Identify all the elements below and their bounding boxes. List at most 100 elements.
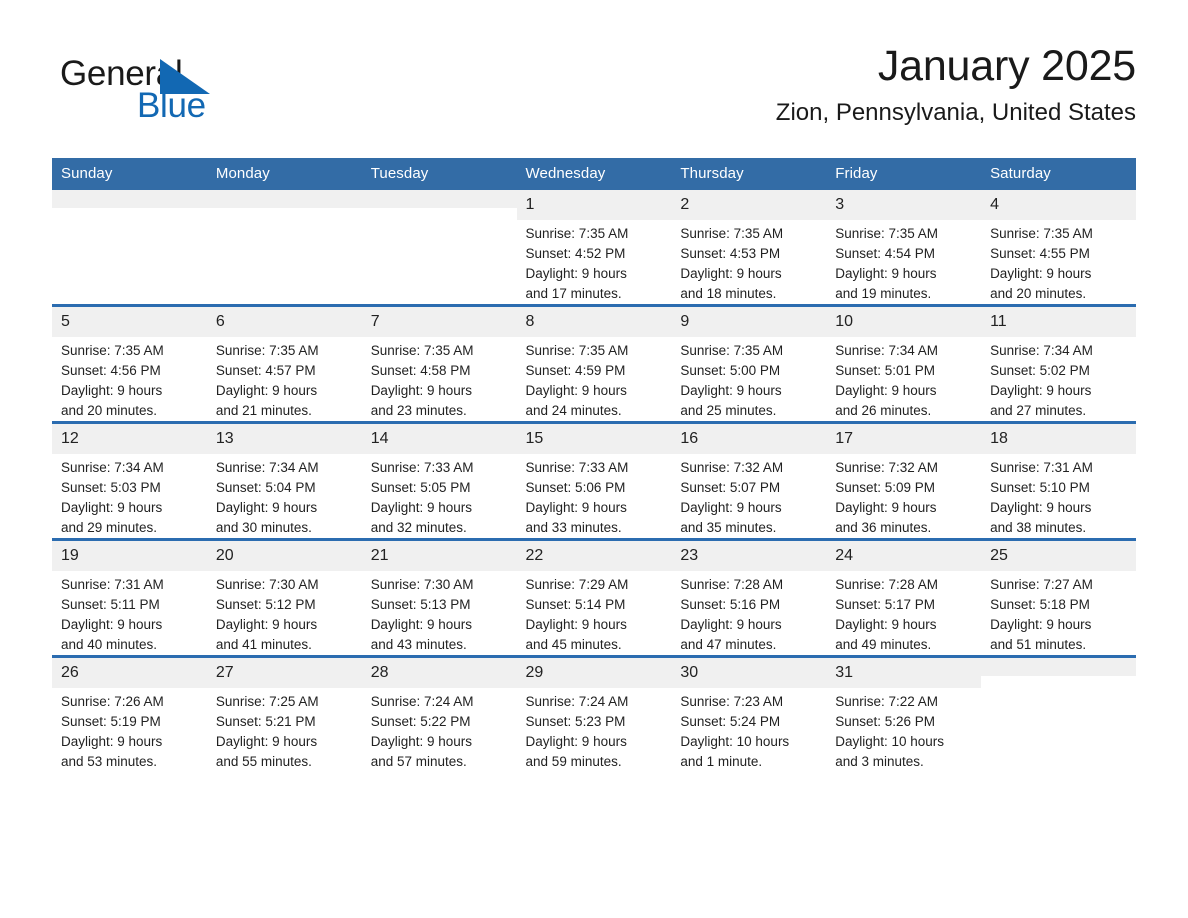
calendar-day-cell[interactable]: 10 Sunrise: 7:34 AM Sunset: 5:01 PM Dayligh… — [826, 304, 982, 423]
daylight-text-line2: and 26 minutes. — [835, 403, 932, 418]
weekday-header-thursday: Thursday — [671, 158, 827, 190]
daylight-text-line1: Daylight: 9 hours — [680, 266, 782, 281]
day-cell-inner: 17 Sunrise: 7:32 AM Sunset: 5:09 PM Dayligh… — [826, 424, 982, 538]
calendar-day-cell[interactable]: 25 Sunrise: 7:27 AM Sunset: 5:18 PM Dayligh… — [981, 538, 1136, 657]
day-details: Sunrise: 7:32 AM Sunset: 5:09 PM Daylight:… — [826, 454, 981, 538]
sunrise-text: Sunrise: 7:28 AM — [680, 577, 784, 592]
day-cell-inner — [52, 190, 207, 304]
calendar-day-cell[interactable]: 8 Sunrise: 7:35 AM Sunset: 4:59 PM Daylight… — [516, 304, 672, 423]
general-blue-logo[interactable]: General Blue — [60, 54, 260, 132]
day-cell-inner: 14 Sunrise: 7:33 AM Sunset: 5:05 PM Dayligh… — [361, 424, 517, 538]
location-subtitle: Zion, Pennsylvania, United States — [775, 99, 1136, 126]
day-details: Sunrise: 7:35 AM Sunset: 4:57 PM Daylight:… — [207, 337, 362, 421]
calendar-day-cell[interactable]: 2 Sunrise: 7:35 AM Sunset: 4:53 PM Daylight… — [671, 190, 827, 306]
calendar-day-cell[interactable]: 24 Sunrise: 7:28 AM Sunset: 5:17 PM Dayligh… — [826, 538, 982, 657]
calendar-day-cell[interactable]: 15 Sunrise: 7:33 AM Sunset: 5:06 PM Dayligh… — [516, 421, 672, 540]
day-number: 8 — [516, 307, 672, 337]
calendar-day-cell — [206, 190, 362, 306]
calendar-day-cell[interactable]: 1 Sunrise: 7:35 AM Sunset: 4:52 PM Daylight… — [516, 190, 672, 306]
day-cell-inner: 5 Sunrise: 7:35 AM Sunset: 4:56 PM Daylight… — [52, 307, 207, 421]
calendar-day-cell[interactable]: 26 Sunrise: 7:26 AM Sunset: 5:19 PM Dayligh… — [52, 655, 207, 772]
daylight-text-line2: and 27 minutes. — [990, 403, 1087, 418]
calendar-day-cell[interactable]: 11 Sunrise: 7:34 AM Sunset: 5:02 PM Dayligh… — [981, 304, 1136, 423]
calendar-table: Sunday Monday Tuesday Wednesday Thursday… — [52, 158, 1136, 772]
calendar-day-cell[interactable]: 4 Sunrise: 7:35 AM Sunset: 4:55 PM Daylight… — [981, 190, 1136, 306]
calendar-day-cell[interactable]: 9 Sunrise: 7:35 AM Sunset: 5:00 PM Daylight… — [671, 304, 827, 423]
calendar-day-cell[interactable]: 27 Sunrise: 7:25 AM Sunset: 5:21 PM Dayligh… — [206, 655, 362, 772]
day-details: Sunrise: 7:35 AM Sunset: 5:00 PM Daylight:… — [671, 337, 826, 421]
calendar-day-cell[interactable]: 17 Sunrise: 7:32 AM Sunset: 5:09 PM Dayligh… — [826, 421, 982, 540]
day-number: 19 — [52, 541, 207, 571]
calendar-week-row: 19 Sunrise: 7:31 AM Sunset: 5:11 PM Dayligh… — [52, 538, 1136, 657]
sunset-text: Sunset: 5:11 PM — [61, 597, 160, 612]
calendar-day-cell[interactable]: 23 Sunrise: 7:28 AM Sunset: 5:16 PM Dayligh… — [671, 538, 827, 657]
daylight-text-line2: and 35 minutes. — [680, 520, 777, 535]
sunrise-text: Sunrise: 7:34 AM — [835, 343, 939, 358]
calendar-day-cell[interactable]: 7 Sunrise: 7:35 AM Sunset: 4:58 PM Daylight… — [361, 304, 517, 423]
sunrise-text: Sunrise: 7:35 AM — [215, 343, 319, 358]
day-details: Sunrise: 7:34 AM Sunset: 5:04 PM Daylight:… — [207, 454, 362, 538]
sunset-text: Sunset: 4:52 PM — [525, 246, 626, 261]
day-details: Sunrise: 7:35 AM Sunset: 4:54 PM Daylight:… — [826, 220, 981, 304]
calendar-day-cell[interactable]: 31 Sunrise: 7:22 AM Sunset: 5:26 PM Dayligh… — [826, 655, 982, 772]
sunset-text: Sunset: 4:56 PM — [61, 363, 161, 378]
sunrise-text: Sunrise: 7:34 AM — [990, 343, 1093, 358]
calendar-day-cell[interactable]: 13 Sunrise: 7:34 AM Sunset: 5:04 PM Dayligh… — [206, 421, 362, 540]
sunrise-text: Sunrise: 7:33 AM — [525, 460, 629, 475]
calendar-day-cell[interactable]: 14 Sunrise: 7:33 AM Sunset: 5:05 PM Dayligh… — [361, 421, 517, 540]
calendar-day-cell[interactable]: 19 Sunrise: 7:31 AM Sunset: 5:11 PM Dayligh… — [52, 538, 207, 657]
sunrise-text: Sunrise: 7:35 AM — [61, 343, 164, 358]
day-details: Sunrise: 7:29 AM Sunset: 5:14 PM Daylight:… — [517, 571, 672, 655]
calendar-day-cell[interactable]: 20 Sunrise: 7:30 AM Sunset: 5:12 PM Dayligh… — [206, 538, 362, 657]
calendar-day-cell[interactable]: 22 Sunrise: 7:29 AM Sunset: 5:14 PM Dayligh… — [516, 538, 672, 657]
daylight-text-line2: and 1 minute. — [680, 754, 763, 769]
daylight-text-line1: Daylight: 9 hours — [990, 266, 1092, 281]
sunrise-text: Sunrise: 7:30 AM — [370, 577, 474, 592]
calendar-day-cell[interactable]: 12 Sunrise: 7:34 AM Sunset: 5:03 PM Dayligh… — [52, 421, 207, 540]
calendar-day-cell[interactable]: 18 Sunrise: 7:31 AM Sunset: 5:10 PM Dayligh… — [981, 421, 1136, 540]
calendar-day-cell[interactable]: 5 Sunrise: 7:35 AM Sunset: 4:56 PM Daylight… — [52, 304, 207, 423]
day-details: Sunrise: 7:33 AM Sunset: 5:05 PM Daylight:… — [362, 454, 517, 538]
calendar-day-cell[interactable]: 30 Sunrise: 7:23 AM Sunset: 5:24 PM Dayligh… — [671, 655, 827, 772]
daylight-text-line1: Daylight: 9 hours — [370, 500, 472, 515]
day-number: 1 — [516, 190, 672, 220]
daylight-text-line1: Daylight: 9 hours — [215, 734, 318, 749]
calendar-day-cell[interactable]: 16 Sunrise: 7:32 AM Sunset: 5:07 PM Dayligh… — [671, 421, 827, 540]
calendar-day-cell[interactable]: 6 Sunrise: 7:35 AM Sunset: 4:57 PM Daylight… — [206, 304, 362, 423]
daylight-text-line1: Daylight: 9 hours — [215, 617, 318, 632]
sunset-text: Sunset: 5:17 PM — [835, 597, 936, 612]
daylight-text-line2: and 33 minutes. — [525, 520, 622, 535]
day-cell-inner: 9 Sunrise: 7:35 AM Sunset: 5:00 PM Daylight… — [671, 307, 827, 421]
daylight-text-line2: and 24 minutes. — [525, 403, 622, 418]
daylight-text-line1: Daylight: 10 hours — [835, 734, 945, 749]
sunset-text: Sunset: 5:09 PM — [835, 480, 936, 495]
sunset-text: Sunset: 5:05 PM — [370, 480, 471, 495]
calendar-week-row: 12 Sunrise: 7:34 AM Sunset: 5:03 PM Dayligh… — [52, 421, 1136, 540]
daylight-text-line1: Daylight: 9 hours — [525, 617, 627, 632]
sunset-text: Sunset: 5:06 PM — [525, 480, 626, 495]
calendar-week-row: 5 Sunrise: 7:35 AM Sunset: 4:56 PM Daylight… — [52, 304, 1136, 423]
day-number: 5 — [52, 307, 207, 337]
day-number — [981, 658, 1136, 676]
sunset-text: Sunset: 5:13 PM — [370, 597, 471, 612]
sunrise-text: Sunrise: 7:35 AM — [525, 226, 629, 241]
day-number: 30 — [671, 658, 827, 688]
calendar-day-cell[interactable]: 3 Sunrise: 7:35 AM Sunset: 4:54 PM Daylight… — [826, 190, 982, 306]
day-cell-inner: 6 Sunrise: 7:35 AM Sunset: 4:57 PM Daylight… — [206, 307, 362, 421]
calendar-day-cell[interactable]: 21 Sunrise: 7:30 AM Sunset: 5:13 PM Dayligh… — [361, 538, 517, 657]
sunset-text: Sunset: 5:21 PM — [215, 714, 316, 729]
day-cell-inner: 31 Sunrise: 7:22 AM Sunset: 5:26 PM Dayligh… — [826, 658, 982, 772]
daylight-text-line1: Daylight: 9 hours — [525, 734, 627, 749]
daylight-text-line2: and 49 minutes. — [835, 637, 932, 652]
day-number: 29 — [516, 658, 672, 688]
daylight-text-line2: and 18 minutes. — [680, 286, 777, 301]
day-cell-inner: 20 Sunrise: 7:30 AM Sunset: 5:12 PM Dayligh… — [206, 541, 362, 655]
calendar-day-cell[interactable]: 28 Sunrise: 7:24 AM Sunset: 5:22 PM Dayligh… — [361, 655, 517, 772]
daylight-text-line2: and 57 minutes. — [370, 754, 467, 769]
day-details: Sunrise: 7:32 AM Sunset: 5:07 PM Daylight:… — [671, 454, 826, 538]
calendar-day-cell[interactable]: 29 Sunrise: 7:24 AM Sunset: 5:23 PM Dayligh… — [516, 655, 672, 772]
day-details: Sunrise: 7:35 AM Sunset: 4:56 PM Daylight:… — [52, 337, 207, 421]
sunrise-text: Sunrise: 7:34 AM — [215, 460, 319, 475]
day-details: Sunrise: 7:28 AM Sunset: 5:16 PM Daylight:… — [671, 571, 826, 655]
day-cell-inner: 26 Sunrise: 7:26 AM Sunset: 5:19 PM Dayligh… — [52, 658, 207, 772]
